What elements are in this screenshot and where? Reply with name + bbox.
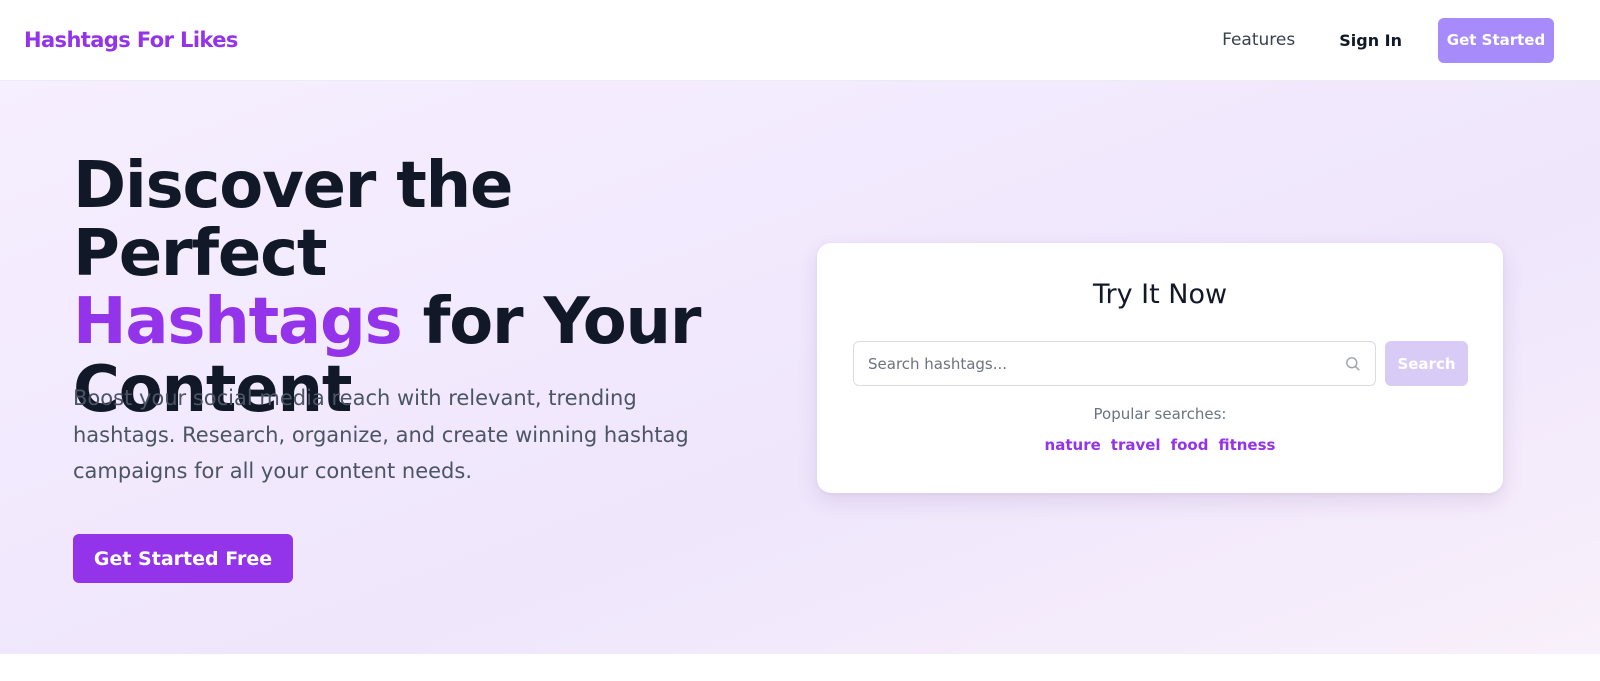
main-nav: Features Sign In Get Started	[1222, 17, 1554, 63]
headline-accent: Hashtags	[73, 285, 403, 359]
headline-line-2: for Your	[401, 285, 702, 359]
search-box[interactable]	[853, 341, 1376, 386]
site-logo[interactable]: Hashtags For Likes	[24, 28, 238, 52]
card-title: Try It Now	[1092, 279, 1228, 310]
popular-tag-fitness[interactable]: fitness	[1218, 436, 1275, 454]
get-started-free-button[interactable]: Get Started Free	[73, 534, 293, 583]
search-input[interactable]	[868, 354, 1343, 373]
hero-subtitle: Boost your social media reach with relev…	[73, 386, 689, 483]
popular-tag-travel[interactable]: travel	[1111, 436, 1161, 454]
page-below-hero	[0, 654, 1600, 681]
get-started-button[interactable]: Get Started	[1438, 17, 1554, 63]
site-header: Hashtags For Likes Features Sign In Get …	[0, 0, 1600, 81]
sign-in-link[interactable]: Sign In	[1339, 31, 1402, 50]
popular-tag-nature[interactable]: nature	[1045, 436, 1101, 454]
headline-line-1: Discover the Perfect	[73, 149, 513, 291]
popular-tags: nature travel food fitness	[817, 436, 1503, 454]
popular-tag-food[interactable]: food	[1171, 436, 1209, 454]
popular-searches-label: Popular searches:	[1093, 405, 1227, 423]
search-button[interactable]: Search	[1385, 341, 1468, 386]
try-it-card: Try It Now Search Popular searches: natu…	[817, 243, 1503, 493]
search-icon	[1343, 355, 1361, 373]
nav-link-features[interactable]: Features	[1222, 30, 1295, 50]
